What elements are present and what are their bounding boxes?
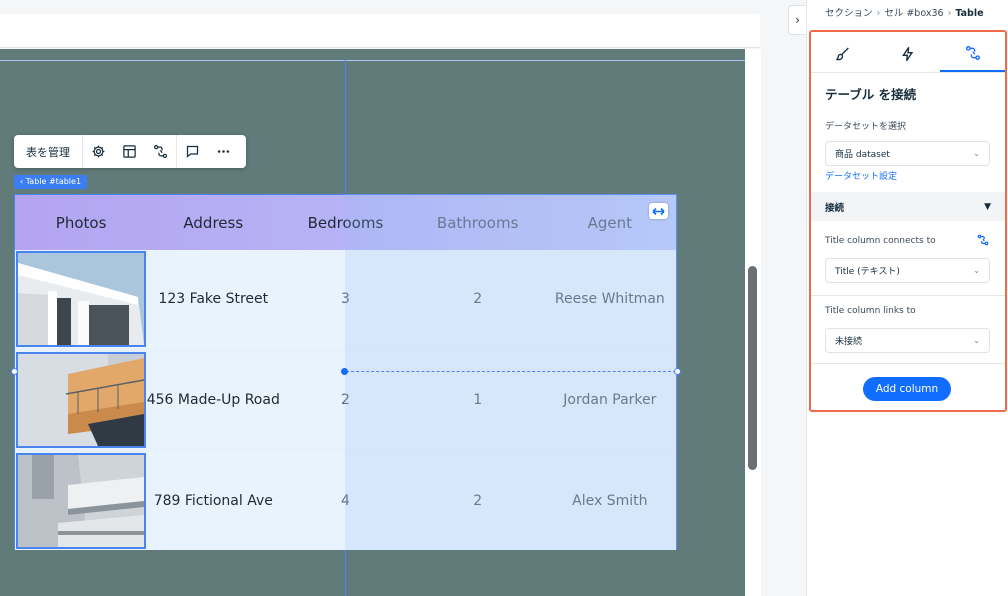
chevron-right-icon: ›: [947, 8, 952, 19]
table-row[interactable]: 123 Fake Street 3 2 Reese Whitman: [15, 250, 676, 348]
photo-building-1: [16, 251, 147, 347]
collapse-panel-button[interactable]: ›: [788, 5, 806, 35]
editor-canvas: 表を管理 ‹ Table #table1 Photos Address Bedr…: [0, 0, 806, 596]
dataset-label: データセットを選択: [825, 122, 907, 132]
dataset-select-value: 商品 dataset: [835, 150, 890, 160]
bedrooms-cell[interactable]: 2: [279, 351, 411, 449]
horizontal-arrows-icon: [652, 207, 665, 215]
drag-handle-center[interactable]: [341, 368, 348, 375]
section-guide-top: [0, 60, 760, 61]
more-icon: [217, 150, 230, 153]
title-connects-value: Title (テキスト): [835, 267, 900, 277]
chevron-down-icon: ⌄: [973, 336, 980, 345]
connect-section-label: 接続: [825, 202, 845, 214]
breadcrumb: セクション › セル #box36 › Table: [825, 5, 984, 19]
table-header-row: Photos Address Bedrooms Bathrooms Agent: [15, 195, 676, 250]
table-row[interactable]: 456 Made-Up Road 2 1 Jordan Parker: [15, 351, 676, 449]
connect-icon: [153, 144, 168, 159]
brush-icon: [836, 47, 850, 61]
connected-icon[interactable]: [977, 234, 989, 246]
comment-button[interactable]: [177, 135, 208, 168]
photo-cell[interactable]: [15, 452, 147, 550]
gear-icon: [92, 145, 105, 158]
breadcrumb-item-section[interactable]: セクション: [825, 8, 873, 19]
table-element-tag[interactable]: ‹ Table #table1: [14, 175, 88, 189]
bedrooms-cell[interactable]: 4: [279, 452, 411, 550]
address-cell[interactable]: 456 Made-Up Road: [147, 351, 280, 449]
agent-cell[interactable]: Jordan Parker: [544, 351, 676, 449]
address-cell[interactable]: 123 Fake Street: [147, 250, 279, 348]
settings-button[interactable]: [83, 135, 114, 168]
tab-connect-data[interactable]: [940, 36, 1006, 72]
more-button[interactable]: [208, 135, 239, 168]
resize-handle-right[interactable]: [674, 368, 681, 375]
chevron-right-icon: ›: [795, 13, 800, 27]
title-connects-label: Title column connects to: [825, 236, 936, 246]
triangle-down-icon: ▼: [984, 201, 991, 212]
header-bedrooms[interactable]: Bedrooms: [279, 195, 411, 250]
photo-building-2: [16, 453, 147, 549]
header-bathrooms[interactable]: Bathrooms: [412, 195, 544, 250]
bedrooms-cell[interactable]: 3: [279, 250, 411, 348]
panel-tabs: [811, 36, 1006, 73]
panel-title: テーブル を接続: [825, 87, 917, 102]
lightning-icon: [902, 46, 914, 62]
title-connects-select[interactable]: Title (テキスト) ⌄: [825, 258, 990, 283]
chevron-right-icon: ›: [876, 8, 881, 19]
bathrooms-cell[interactable]: 2: [412, 452, 544, 550]
chevron-down-icon: ⌄: [973, 266, 980, 275]
breadcrumb-item-cell[interactable]: セル #box36: [884, 8, 943, 19]
title-links-label: Title column links to: [825, 306, 916, 316]
agent-cell[interactable]: Alex Smith: [544, 452, 676, 550]
bathrooms-cell[interactable]: 1: [412, 351, 544, 449]
dataset-settings-link[interactable]: データセット設定: [825, 169, 897, 182]
add-column-button[interactable]: Add column: [863, 377, 951, 401]
layout-icon: [123, 145, 136, 158]
layout-button[interactable]: [114, 135, 145, 168]
tab-design[interactable]: [811, 36, 876, 72]
stretch-button[interactable]: [649, 203, 668, 219]
comment-icon: [186, 145, 199, 158]
title-links-select[interactable]: 未接続 ⌄: [825, 328, 990, 353]
connect-data-button[interactable]: [145, 135, 176, 168]
manage-table-button[interactable]: 表を管理: [14, 135, 83, 168]
connect-icon: [965, 46, 980, 60]
row-drag-line: [346, 371, 676, 372]
bathrooms-cell[interactable]: 2: [412, 250, 544, 348]
address-cell[interactable]: 789 Fictional Ave: [147, 452, 279, 550]
header-photos[interactable]: Photos: [15, 195, 147, 250]
chevron-down-icon: ⌄: [973, 149, 980, 158]
canvas-scrollbar-thumb[interactable]: [748, 266, 757, 470]
tab-interactions[interactable]: [876, 36, 941, 72]
table-row[interactable]: 789 Fictional Ave 4 2 Alex Smith: [15, 452, 676, 550]
agent-cell[interactable]: Reese Whitman: [544, 250, 676, 348]
floating-toolbar: 表を管理: [14, 135, 246, 168]
photo-cell[interactable]: [15, 250, 147, 348]
photo-balcony: [16, 352, 147, 448]
dataset-select[interactable]: 商品 dataset ⌄: [825, 141, 990, 166]
section-divider: [811, 295, 1005, 296]
photo-cell[interactable]: [15, 351, 147, 449]
header-address[interactable]: Address: [147, 195, 279, 250]
connect-section-header[interactable]: 接続 ▼: [811, 192, 1005, 221]
resize-handle-left[interactable]: [11, 368, 18, 375]
breadcrumb-item-current: Table: [955, 8, 984, 19]
canvas-top-strip: [0, 14, 760, 48]
section-divider: [811, 363, 1005, 364]
title-links-value: 未接続: [835, 337, 863, 347]
